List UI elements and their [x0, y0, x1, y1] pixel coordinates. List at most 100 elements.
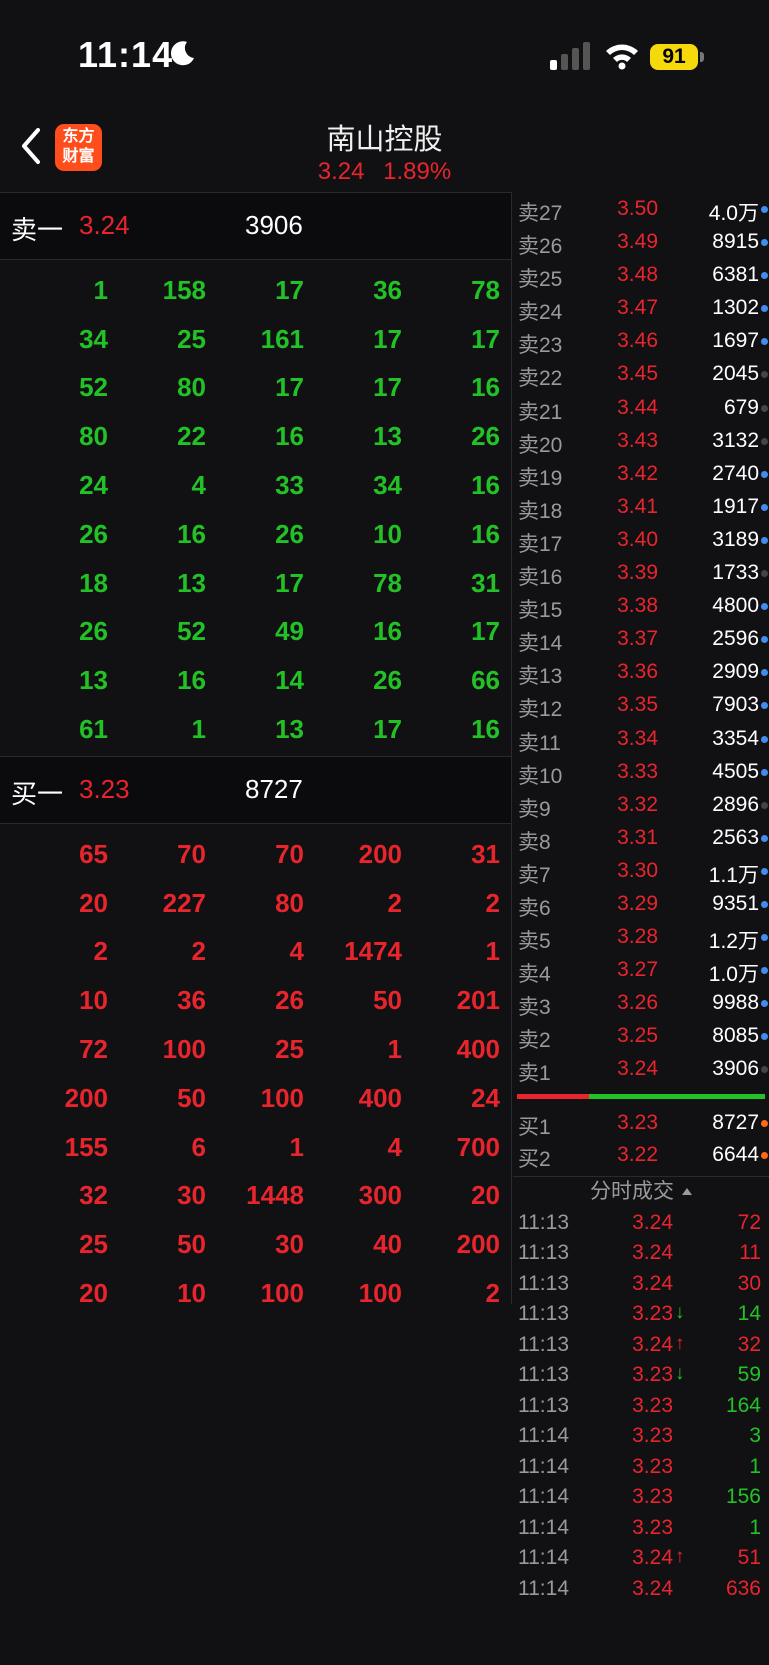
ask-level-row[interactable]: 卖1 3.24 3906	[513, 1052, 769, 1085]
level-dot-icon	[761, 669, 768, 677]
queue-cell: 40	[373, 1229, 402, 1260]
trade-time: 11:13	[518, 1393, 569, 1417]
trades-header[interactable]: 分时成交	[513, 1175, 769, 1207]
trade-price: 3.24	[632, 1576, 673, 1600]
ask-level-row[interactable]: 卖17 3.40 3189	[513, 523, 769, 556]
queue-cell: 4	[289, 936, 304, 967]
ask-level-row[interactable]: 卖26 3.49 8915	[513, 225, 769, 258]
ask-level-row[interactable]: 卖23 3.46 1697	[513, 324, 769, 357]
ask-level-row[interactable]: 卖5 3.28 1.2万	[513, 920, 769, 953]
depth-panel: 卖27 3.50 4.0万 卖26 3.49 8915 卖25 3.48 6381 卖24 3.47…	[513, 192, 769, 1603]
trade-volume: 156	[725, 1485, 761, 1509]
queue-cell: 13	[177, 567, 206, 598]
queue-row: 26 16 26 10 16	[0, 510, 511, 559]
queue-cell: 52	[79, 372, 108, 403]
queue-cell: 20	[79, 887, 108, 918]
level-volume: 3354	[712, 726, 759, 750]
ask-level-row[interactable]: 卖20 3.43 3132	[513, 424, 769, 457]
ask-level-row[interactable]: 卖18 3.41 1917	[513, 490, 769, 523]
ask-level-row[interactable]: 卖2 3.25 8085	[513, 1019, 769, 1052]
level-volume: 3132	[712, 428, 759, 452]
queue-cell: 30	[177, 1180, 206, 1211]
ask-level-row[interactable]: 卖22 3.45 2045	[513, 357, 769, 390]
level-dot-icon	[761, 768, 768, 776]
ask-level-row[interactable]: 卖11 3.34 3354	[513, 722, 769, 755]
level-volume: 4.0万	[708, 202, 759, 225]
ask-level-row[interactable]: 卖9 3.32 2896	[513, 788, 769, 821]
sell-one-volume: 3906	[245, 210, 303, 240]
queue-cell: 26	[275, 518, 304, 549]
ask-level-row[interactable]: 卖10 3.33 4505	[513, 755, 769, 788]
queue-row: 1 158 17 36 78	[0, 266, 511, 315]
queue-cell: 49	[275, 616, 304, 647]
trade-price: 3.24	[632, 1546, 673, 1570]
queue-cell: 400	[456, 1034, 500, 1065]
queue-cell: 13	[275, 714, 304, 745]
ask-level-row[interactable]: 卖6 3.29 9351	[513, 887, 769, 920]
ask-level-row[interactable]: 卖24 3.47 1302	[513, 291, 769, 324]
level-volume: 2045	[712, 362, 759, 386]
trade-volume: 14	[737, 1302, 761, 1326]
ask-level-row[interactable]: 卖4 3.27 1.0万	[513, 953, 769, 986]
ask-level-row[interactable]: 卖21 3.44 679	[513, 391, 769, 424]
sell-one-header[interactable]: 卖一 3.24 3906	[0, 192, 511, 260]
queue-cell: 16	[471, 372, 500, 403]
ask-level-row[interactable]: 卖12 3.35 7903	[513, 688, 769, 721]
trade-volume: 1	[749, 1454, 761, 1478]
queue-row: 200 50 100 400 24	[0, 1074, 511, 1123]
queue-cell: 100	[260, 1082, 304, 1113]
trade-time: 11:14	[518, 1576, 569, 1600]
queue-cell: 13	[373, 421, 402, 452]
level-price: 3.38	[617, 594, 658, 618]
level-volume: 2563	[712, 825, 759, 849]
ask-level-row[interactable]: 卖15 3.38 4800	[513, 589, 769, 622]
ask-level-row[interactable]: 卖14 3.37 2596	[513, 622, 769, 655]
bid-level-row[interactable]: 买2 3.22 6644	[513, 1138, 769, 1171]
level-price: 3.37	[617, 627, 658, 651]
level-price: 3.44	[617, 395, 658, 419]
level-volume: 8915	[712, 230, 759, 254]
trade-price: 3.23	[632, 1485, 673, 1509]
ask-level-row[interactable]: 卖16 3.39 1733	[513, 556, 769, 589]
stock-name: 南山控股	[326, 124, 443, 156]
level-price: 3.36	[617, 660, 658, 684]
queue-cell: 17	[275, 274, 304, 305]
ask-level-row[interactable]: 卖3 3.26 9988	[513, 986, 769, 1019]
ask-level-row[interactable]: 卖13 3.36 2909	[513, 655, 769, 688]
level-volume: 1302	[712, 296, 759, 320]
bid-level-row[interactable]: 买1 3.23 8727	[513, 1106, 769, 1139]
level-volume: 4800	[712, 594, 759, 618]
queue-cell: 78	[373, 567, 402, 598]
ask-level-row[interactable]: 卖25 3.48 6381	[513, 258, 769, 291]
queue-row: 32 30 1448 300 20	[0, 1172, 511, 1221]
queue-cell: 80	[275, 887, 304, 918]
buy-one-header[interactable]: 买一 3.23 8727	[0, 755, 511, 824]
stock-change-pct: 1.89%	[383, 158, 452, 185]
level-volume: 2909	[712, 660, 759, 684]
trade-row: 11:13 3.24 30	[513, 1268, 769, 1299]
ask-level-row[interactable]: 卖7 3.30 1.1万	[513, 854, 769, 887]
trade-row: 11:14 3.23 156	[513, 1481, 769, 1512]
queue-cell: 200	[64, 1082, 108, 1113]
level-volume: 8727	[712, 1110, 759, 1134]
level-price: 3.39	[617, 561, 658, 585]
queue-cell: 72	[79, 1034, 108, 1065]
queue-cell: 24	[79, 470, 108, 501]
trade-volume: 32	[737, 1332, 761, 1356]
queue-row: 52 80 17 17 16	[0, 364, 511, 413]
queue-cell: 26	[79, 616, 108, 647]
queue-cell: 65	[79, 838, 108, 869]
queue-cell: 16	[471, 470, 500, 501]
ask-level-row[interactable]: 卖8 3.31 2563	[513, 821, 769, 854]
queue-cell: 50	[177, 1229, 206, 1260]
ask-level-row[interactable]: 卖19 3.42 2740	[513, 457, 769, 490]
wifi-icon	[606, 44, 638, 70]
level-dot-icon	[761, 1151, 768, 1159]
trade-price: 3.23	[632, 1363, 673, 1387]
level-dot-icon	[761, 834, 768, 842]
ask-level-row[interactable]: 卖27 3.50 4.0万	[513, 192, 769, 225]
buy-queue-grid: 65 70 70 200 31 20 227 80 2 2 2 2 4 1474 1 10 36 26 50 201 7…	[0, 824, 511, 1318]
queue-cell: 17	[275, 372, 304, 403]
queue-row: 26 52 49 16 17	[0, 608, 511, 657]
level-dot-icon	[761, 867, 768, 875]
